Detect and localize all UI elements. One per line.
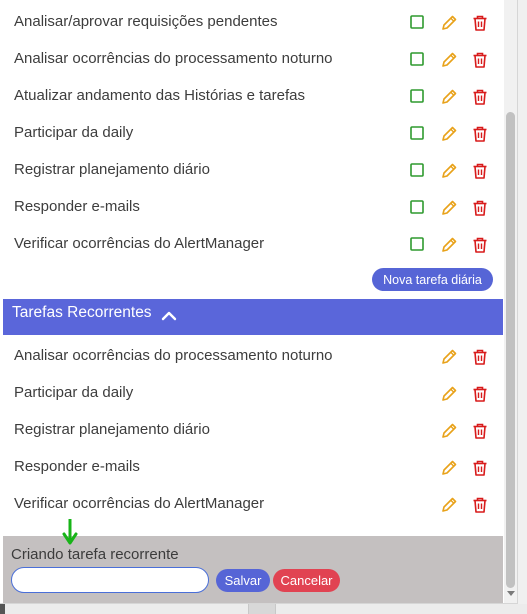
task-name-input[interactable] xyxy=(11,567,209,593)
daily-task-row: Analisar ocorrências do processamento no… xyxy=(3,41,504,78)
trash-icon[interactable] xyxy=(471,422,489,440)
edge-block xyxy=(0,604,5,614)
daily-task-row: Registrar planejamento diário xyxy=(3,152,504,189)
save-button[interactable]: Salvar xyxy=(216,569,270,592)
trash-icon[interactable] xyxy=(471,125,489,143)
trash-icon[interactable] xyxy=(471,236,489,254)
cancel-button[interactable]: Cancelar xyxy=(273,569,340,592)
recurring-task-row: Participar da daily xyxy=(3,375,504,412)
window-edge xyxy=(0,604,527,614)
pencil-icon[interactable] xyxy=(440,422,458,440)
scrollbar-thumb[interactable] xyxy=(506,112,515,588)
edge-tab xyxy=(248,604,276,614)
recurring-task-row: Responder e-mails xyxy=(3,449,504,486)
pencil-icon[interactable] xyxy=(440,14,458,32)
task-label: Registrar planejamento diário xyxy=(14,421,210,438)
checkbox-icon[interactable] xyxy=(409,51,427,69)
task-label: Responder e-mails xyxy=(14,198,140,215)
pencil-icon[interactable] xyxy=(440,348,458,366)
trash-icon[interactable] xyxy=(471,88,489,106)
checkbox-icon[interactable] xyxy=(409,236,427,254)
daily-task-row: Responder e-mails xyxy=(3,189,504,226)
daily-task-row: Analisar/aprovar requisições pendentes xyxy=(3,4,504,41)
task-label: Analisar ocorrências do processamento no… xyxy=(14,347,333,364)
section-title: Tarefas Recorrentes xyxy=(12,304,152,321)
pencil-icon[interactable] xyxy=(440,459,458,477)
chevron-up-icon[interactable] xyxy=(161,308,177,326)
recurring-task-row: Registrar planejamento diário xyxy=(3,412,504,449)
task-label: Responder e-mails xyxy=(14,458,140,475)
checkbox-icon[interactable] xyxy=(409,199,427,217)
scroll-down-arrow-icon[interactable] xyxy=(507,591,515,596)
trash-icon[interactable] xyxy=(471,14,489,32)
task-panel: Analisar/aprovar requisições pendentes A… xyxy=(0,0,518,604)
pencil-icon[interactable] xyxy=(440,199,458,217)
trash-icon[interactable] xyxy=(471,162,489,180)
recurring-section-header[interactable]: Tarefas Recorrentes xyxy=(3,299,503,335)
task-label: Verificar ocorrências do AlertManager xyxy=(14,495,265,512)
task-label: Analisar/aprovar requisições pendentes xyxy=(14,13,278,30)
trash-icon[interactable] xyxy=(471,385,489,403)
pencil-icon[interactable] xyxy=(440,385,458,403)
form-label: Criando tarefa recorrente xyxy=(11,546,179,563)
task-label: Analisar ocorrências do processamento no… xyxy=(14,50,333,67)
trash-icon[interactable] xyxy=(471,459,489,477)
trash-icon[interactable] xyxy=(471,496,489,514)
daily-task-row: Participar da daily xyxy=(3,115,504,152)
trash-icon[interactable] xyxy=(471,199,489,217)
daily-task-row: Atualizar andamento das Histórias e tare… xyxy=(3,78,504,115)
scrollbar[interactable] xyxy=(504,0,517,603)
checkbox-icon[interactable] xyxy=(409,14,427,32)
pencil-icon[interactable] xyxy=(440,125,458,143)
checkbox-icon[interactable] xyxy=(409,125,427,143)
pencil-icon[interactable] xyxy=(440,236,458,254)
task-label: Registrar planejamento diário xyxy=(14,161,210,178)
create-recurring-task-form: Criando tarefa recorrente Salvar Cancela… xyxy=(3,536,503,603)
trash-icon[interactable] xyxy=(471,51,489,69)
daily-task-row: Verificar ocorrências do AlertManager xyxy=(3,226,504,263)
trash-icon[interactable] xyxy=(471,348,489,366)
task-label: Participar da daily xyxy=(14,124,134,141)
checkbox-icon[interactable] xyxy=(409,88,427,106)
recurring-task-row: Analisar ocorrências do processamento no… xyxy=(3,338,504,375)
new-daily-task-button[interactable]: Nova tarefa diária xyxy=(372,268,493,291)
pencil-icon[interactable] xyxy=(440,51,458,69)
pencil-icon[interactable] xyxy=(440,88,458,106)
recurring-task-row: Verificar ocorrências do AlertManager xyxy=(3,486,504,523)
arrow-down-icon xyxy=(62,518,78,551)
task-label: Atualizar andamento das Histórias e tare… xyxy=(14,87,305,104)
pencil-icon[interactable] xyxy=(440,496,458,514)
task-label: Verificar ocorrências do AlertManager xyxy=(14,235,265,252)
checkbox-icon[interactable] xyxy=(409,162,427,180)
pencil-icon[interactable] xyxy=(440,162,458,180)
task-label: Participar da daily xyxy=(14,384,134,401)
